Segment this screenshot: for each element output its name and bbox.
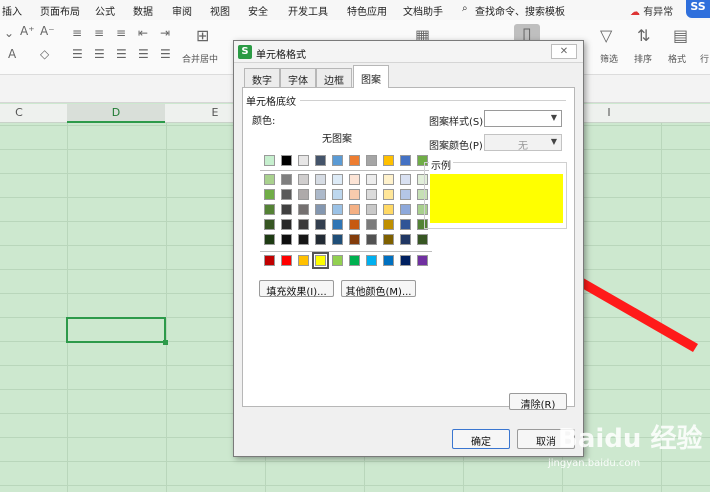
color-swatch[interactable]	[400, 255, 411, 266]
color-swatch[interactable]	[315, 234, 326, 245]
pattern-style-select[interactable]: ▼	[484, 110, 562, 127]
color-swatch[interactable]	[366, 255, 377, 266]
fill-effects-button[interactable]: 填充效果(I)...	[259, 280, 334, 298]
color-swatch[interactable]	[298, 174, 309, 185]
chevron-down-icon: ▼	[550, 137, 557, 146]
color-swatch[interactable]	[315, 204, 326, 215]
color-swatch[interactable]	[332, 189, 343, 200]
color-swatch[interactable]	[312, 252, 329, 269]
color-swatch[interactable]	[366, 234, 377, 245]
color-swatch[interactable]	[383, 219, 394, 230]
watermark-url: jingyan.baidu.com	[548, 458, 641, 469]
color-swatch[interactable]	[281, 255, 292, 266]
color-swatch[interactable]	[349, 219, 360, 230]
pattern-color-select[interactable]: 无 ▼	[484, 134, 562, 152]
color-swatch[interactable]	[298, 234, 309, 245]
color-swatch[interactable]	[281, 204, 292, 215]
color-swatch[interactable]	[400, 155, 411, 166]
color-swatch[interactable]	[298, 204, 309, 215]
dialog-title-bar[interactable]: S 单元格格式 ✕	[234, 41, 583, 63]
color-swatch[interactable]	[332, 204, 343, 215]
color-swatch[interactable]	[400, 204, 411, 215]
group-divider	[300, 100, 566, 101]
tab-border[interactable]: 边框	[316, 68, 352, 87]
color-swatch[interactable]	[264, 204, 275, 215]
color-swatch[interactable]	[383, 155, 394, 166]
dialog-title: 单元格格式	[256, 50, 306, 61]
color-swatch[interactable]	[281, 234, 292, 245]
color-swatch[interactable]	[383, 189, 394, 200]
color-swatch[interactable]	[383, 255, 394, 266]
close-icon[interactable]: ✕	[551, 44, 577, 59]
clear-button[interactable]: 清除(R)	[509, 393, 567, 411]
color-swatch[interactable]	[298, 255, 309, 266]
chevron-down-icon: ▼	[550, 113, 557, 122]
sample-label: 示例	[429, 157, 453, 172]
tab-pattern[interactable]: 图案	[353, 65, 389, 88]
ok-button[interactable]: 确定	[452, 429, 510, 449]
color-swatch[interactable]	[349, 189, 360, 200]
color-swatch[interactable]	[281, 219, 292, 230]
color-swatch[interactable]	[417, 255, 428, 266]
color-swatch[interactable]	[264, 189, 275, 200]
color-swatch[interactable]	[332, 234, 343, 245]
color-swatch[interactable]	[298, 219, 309, 230]
palette-divider	[260, 170, 432, 171]
color-swatch[interactable]	[298, 155, 309, 166]
more-colors-button[interactable]: 其他颜色(M)...	[341, 280, 416, 298]
color-swatch[interactable]	[298, 189, 309, 200]
color-swatch[interactable]	[332, 174, 343, 185]
color-swatch[interactable]	[264, 174, 275, 185]
color-swatch[interactable]	[400, 234, 411, 245]
color-swatch[interactable]	[349, 204, 360, 215]
color-swatch[interactable]	[366, 174, 377, 185]
color-swatch[interactable]	[315, 219, 326, 230]
watermark: Baidu 经验 jingyan.baidu.com	[548, 410, 706, 480]
color-swatch[interactable]	[264, 255, 275, 266]
watermark-logo: Baidu 经验	[558, 424, 703, 454]
color-swatch[interactable]	[417, 234, 428, 245]
sample-preview	[430, 174, 563, 223]
no-pattern-option[interactable]: 无图案	[322, 130, 352, 145]
pattern-color-label: 图案颜色(P):	[429, 141, 487, 152]
color-swatch[interactable]	[264, 234, 275, 245]
color-swatch[interactable]	[400, 174, 411, 185]
color-swatch[interactable]	[366, 219, 377, 230]
palette-divider	[260, 251, 432, 252]
color-swatch[interactable]	[315, 155, 326, 166]
color-swatch[interactable]	[281, 189, 292, 200]
color-swatch[interactable]	[332, 255, 343, 266]
color-swatch[interactable]	[349, 234, 360, 245]
color-swatch[interactable]	[366, 155, 377, 166]
color-swatch[interactable]	[383, 234, 394, 245]
color-swatch[interactable]	[349, 155, 360, 166]
color-swatch[interactable]	[332, 219, 343, 230]
color-swatch[interactable]	[400, 189, 411, 200]
color-swatch[interactable]	[315, 189, 326, 200]
color-swatch[interactable]	[281, 155, 292, 166]
color-swatch[interactable]	[264, 155, 275, 166]
group-title: 单元格底纹	[246, 93, 299, 108]
color-swatch[interactable]	[264, 219, 275, 230]
color-swatch[interactable]	[349, 255, 360, 266]
color-swatch[interactable]	[383, 204, 394, 215]
color-swatch[interactable]	[281, 174, 292, 185]
format-cells-dialog: S 单元格格式 ✕ 数字 字体 边框 图案 单元格底纹 颜色: 无图案 填充效果…	[233, 40, 584, 457]
color-label: 颜色:	[252, 116, 276, 127]
wps-logo-icon: S	[238, 45, 252, 59]
color-swatch[interactable]	[366, 204, 377, 215]
color-swatch[interactable]	[349, 174, 360, 185]
pattern-style-label: 图案样式(S):	[429, 117, 487, 128]
color-swatch[interactable]	[332, 155, 343, 166]
color-swatch[interactable]	[400, 219, 411, 230]
color-swatch[interactable]	[366, 189, 377, 200]
tab-number[interactable]: 数字	[244, 68, 280, 87]
tab-font[interactable]: 字体	[280, 68, 316, 87]
color-swatch[interactable]	[315, 174, 326, 185]
color-swatch[interactable]	[383, 174, 394, 185]
